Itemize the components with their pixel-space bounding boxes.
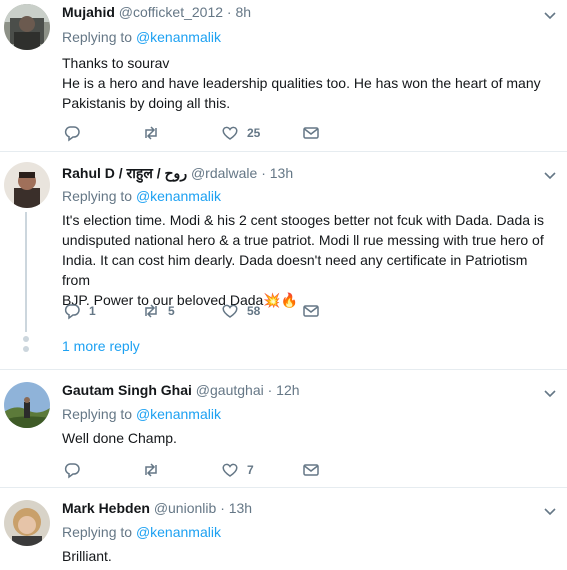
tweet-header: Mujahid @cofficket_2012 · 8h bbox=[62, 4, 251, 20]
user-handle[interactable]: @unionlib bbox=[154, 500, 216, 516]
tweet-mujahid[interactable]: Mujahid @cofficket_2012 · 8h Replying to… bbox=[0, 0, 567, 152]
like-button[interactable]: 7 bbox=[221, 460, 254, 480]
reply-button[interactable]: 1 bbox=[63, 301, 96, 321]
tweet-actions: 25 bbox=[62, 123, 362, 143]
heart-icon bbox=[222, 126, 238, 140]
retweet-button[interactable]: 5 bbox=[142, 301, 175, 321]
replying-to: Replying to @kenanmalik bbox=[62, 188, 221, 204]
tweet-text: Brilliant. bbox=[62, 548, 112, 564]
envelope-icon bbox=[303, 127, 319, 139]
mention-link[interactable]: @kenanmalik bbox=[136, 29, 221, 45]
tweet-gautam[interactable]: Gautam Singh Ghai @gautghai · 12h Replyi… bbox=[0, 370, 567, 488]
reply-button[interactable] bbox=[63, 460, 89, 480]
tweet-text: Well done Champ. bbox=[62, 430, 177, 446]
mention-link[interactable]: @kenanmalik bbox=[136, 188, 221, 204]
tweet-header: Gautam Singh Ghai @gautghai · 12h bbox=[62, 382, 300, 398]
thread-line bbox=[25, 212, 27, 332]
display-name[interactable]: Mark Hebden bbox=[62, 500, 150, 516]
tweet-header: Rahul D / राहुल / روح @rdalwale · 13h bbox=[62, 164, 293, 183]
timestamp[interactable]: · 13h bbox=[261, 165, 293, 181]
avatar[interactable] bbox=[4, 162, 50, 208]
reply-icon bbox=[64, 463, 80, 479]
like-button[interactable]: 58 bbox=[221, 301, 260, 321]
direct-message-button[interactable] bbox=[302, 301, 320, 321]
timestamp[interactable]: · 12h bbox=[268, 382, 300, 398]
display-name[interactable]: Rahul D / राहुल / روح bbox=[62, 165, 187, 181]
user-handle[interactable]: @rdalwale bbox=[191, 165, 257, 181]
retweet-icon bbox=[145, 304, 157, 318]
mention-link[interactable]: @kenanmalik bbox=[136, 406, 221, 422]
timestamp[interactable]: · 8h bbox=[227, 4, 251, 20]
retweet-icon bbox=[145, 126, 157, 140]
tweet-actions: 1 5 58 bbox=[62, 301, 362, 321]
direct-message-button[interactable] bbox=[302, 123, 320, 143]
reply-button[interactable] bbox=[63, 123, 89, 143]
user-handle[interactable]: @gautghai bbox=[196, 382, 264, 398]
envelope-icon bbox=[303, 464, 319, 476]
tweet-rahul[interactable]: Rahul D / राहुल / روح @rdalwale · 13h Re… bbox=[0, 152, 567, 370]
mention-link[interactable]: @kenanmalik bbox=[136, 524, 221, 540]
reply-icon bbox=[64, 304, 80, 320]
reply-icon bbox=[64, 126, 80, 142]
like-button[interactable]: 25 bbox=[221, 123, 260, 143]
heart-icon bbox=[222, 304, 238, 318]
replying-to: Replying to @kenanmalik bbox=[62, 524, 221, 540]
thread-dot bbox=[23, 336, 29, 342]
timestamp[interactable]: · 13h bbox=[220, 500, 252, 516]
heart-icon bbox=[222, 463, 238, 477]
tweet-header: Mark Hebden @unionlib · 13h bbox=[62, 500, 252, 516]
direct-message-button[interactable] bbox=[302, 460, 320, 480]
chevron-down-icon[interactable] bbox=[543, 504, 557, 518]
avatar[interactable] bbox=[4, 500, 50, 546]
display-name[interactable]: Gautam Singh Ghai bbox=[62, 382, 192, 398]
chevron-down-icon[interactable] bbox=[543, 168, 557, 182]
thread-dot bbox=[23, 346, 29, 352]
user-handle[interactable]: @cofficket_2012 bbox=[119, 4, 223, 20]
retweet-button[interactable] bbox=[142, 460, 168, 480]
replying-to: Replying to @kenanmalik bbox=[62, 406, 221, 422]
avatar[interactable] bbox=[4, 382, 50, 428]
display-name[interactable]: Mujahid bbox=[62, 4, 115, 20]
more-replies-link[interactable]: 1 more reply bbox=[62, 338, 140, 354]
tweet-actions: 7 bbox=[62, 460, 362, 480]
replying-to: Replying to @kenanmalik bbox=[62, 29, 221, 45]
tweet-text: Thanks to sourav He is a hero and have l… bbox=[62, 55, 541, 111]
retweet-button[interactable] bbox=[142, 123, 168, 143]
tweet-mark[interactable]: Mark Hebden @unionlib · 13h Replying to … bbox=[0, 488, 567, 570]
avatar[interactable] bbox=[4, 4, 50, 50]
chevron-down-icon[interactable] bbox=[543, 8, 557, 22]
tweet-text: It's election time. Modi & his 2 cent st… bbox=[62, 212, 545, 308]
chevron-down-icon[interactable] bbox=[543, 386, 557, 400]
envelope-icon bbox=[303, 305, 319, 317]
retweet-icon bbox=[145, 463, 157, 477]
